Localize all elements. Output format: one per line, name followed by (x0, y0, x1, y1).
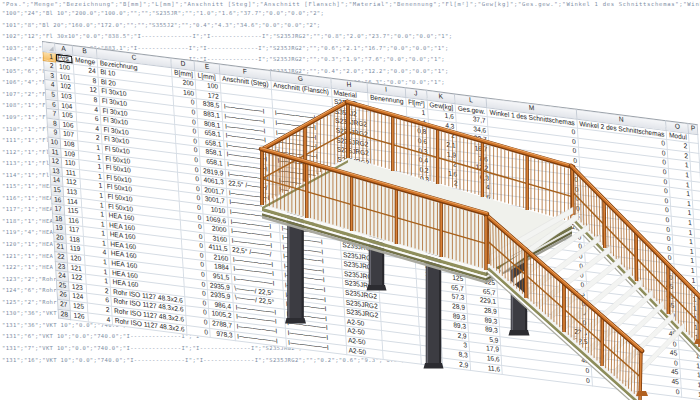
model-line (526, 249, 527, 298)
model-face (424, 363, 444, 369)
3d-model (0, 0, 700, 400)
model-face (509, 330, 530, 336)
model-face (636, 391, 648, 396)
screenshot-root: "Pos.";"Menge";"Bezeichnung";"B[mm]";"L[… (0, 0, 700, 400)
model-line (604, 199, 605, 248)
model-face (285, 318, 306, 324)
model-face (367, 285, 387, 291)
model-line (636, 232, 637, 281)
model-line (602, 317, 603, 366)
